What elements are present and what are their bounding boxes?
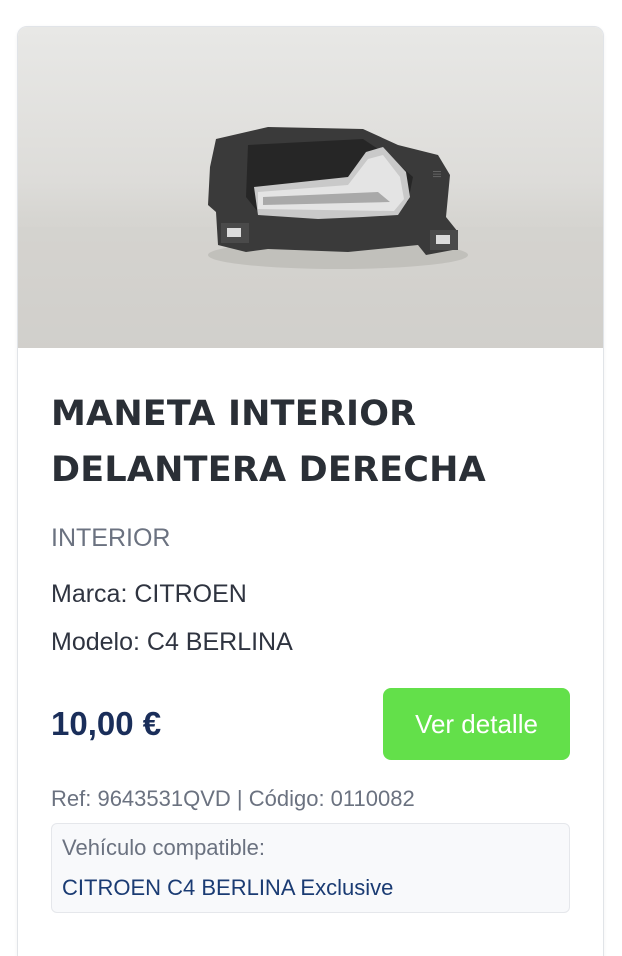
page: ||| MANETA INTERIOR DELANTERA DERECHA IN… xyxy=(0,0,622,956)
reference-code: Ref: 9643531QVD | Código: 0110082 xyxy=(51,786,415,811)
product-title[interactable]: MANETA INTERIOR DELANTERA DERECHA xyxy=(51,386,570,498)
product-card: ||| MANETA INTERIOR DELANTERA DERECHA IN… xyxy=(17,26,604,956)
view-detail-button[interactable]: Ver detalle xyxy=(383,688,570,760)
price-row: 10,00 € Ver detalle xyxy=(51,688,570,760)
product-category: INTERIOR xyxy=(51,524,171,552)
compatible-vehicle-box: Vehículo compatible: CITROEN C4 BERLINA … xyxy=(51,823,570,913)
door-handle-icon: ||| xyxy=(18,127,603,348)
compatible-vehicle-label: Vehículo compatible: xyxy=(62,835,266,860)
model-text: Modelo: C4 BERLINA xyxy=(51,628,293,656)
product-price: 10,00 € xyxy=(51,705,162,742)
svg-text:|||: ||| xyxy=(433,170,442,178)
product-image[interactable]: ||| xyxy=(18,27,603,348)
card-body: MANETA INTERIOR DELANTERA DERECHA INTERI… xyxy=(18,386,603,913)
brand-text: Marca: CITROEN xyxy=(51,580,247,608)
compatible-vehicle-link[interactable]: CITROEN C4 BERLINA Exclusive xyxy=(62,874,559,902)
